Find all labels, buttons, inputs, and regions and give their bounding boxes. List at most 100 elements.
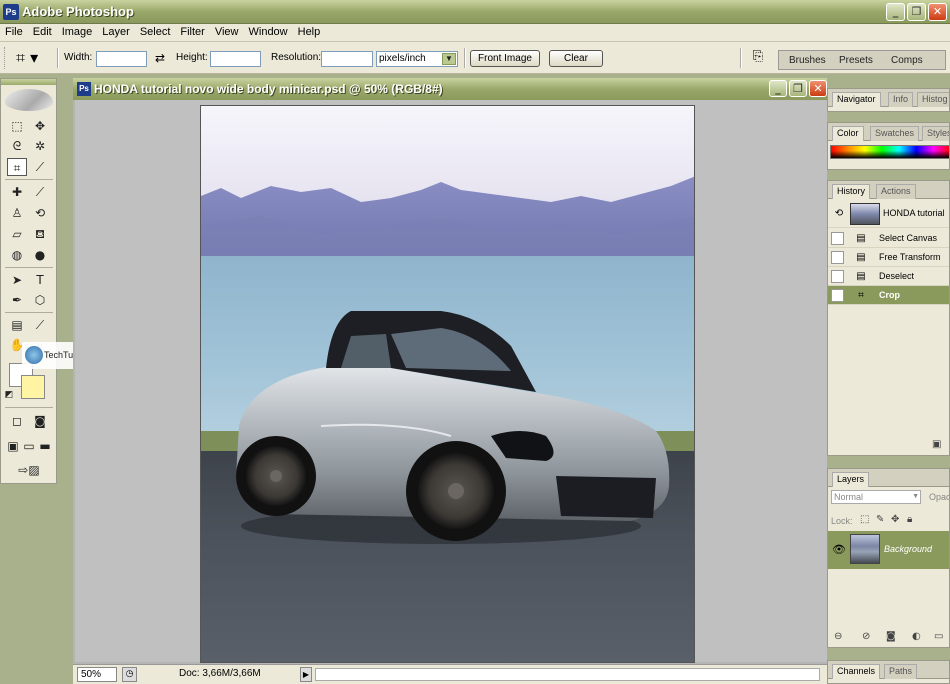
lock-pixels-icon[interactable]: ✎ <box>876 514 884 525</box>
type-tool-icon[interactable]: T <box>30 271 50 289</box>
healing-brush-tool-icon[interactable]: ✚ <box>7 183 27 201</box>
layer-row-background[interactable]: 👁︎ Background <box>828 531 949 569</box>
history-state-checkbox[interactable] <box>831 270 844 283</box>
path-selection-tool-icon[interactable]: ➤ <box>7 271 27 289</box>
clone-stamp-tool-icon[interactable]: ♙ <box>7 204 27 222</box>
options-grip[interactable] <box>4 47 7 69</box>
document-maximize-button[interactable]: ❐ <box>789 80 807 97</box>
tab-layers[interactable]: Layers <box>832 472 870 487</box>
add-mask-icon[interactable]: ◙ <box>886 631 896 642</box>
restore-button[interactable]: ❐ <box>907 3 926 21</box>
layer-visibility-eye-icon[interactable]: 👁︎ <box>832 543 846 556</box>
menu-select[interactable]: Select <box>135 24 176 40</box>
blur-tool-icon[interactable]: ◍ <box>7 246 27 264</box>
minimize-button[interactable]: _ <box>886 3 905 21</box>
crop-tool-icon[interactable]: ⌗ <box>7 158 27 176</box>
background-color-swatch[interactable] <box>21 375 45 399</box>
close-button[interactable]: ✕ <box>928 3 947 21</box>
history-state-checkbox[interactable] <box>831 289 844 302</box>
pen-tool-icon[interactable]: ✒ <box>7 291 27 309</box>
notes-tool-icon[interactable]: ▤ <box>7 316 27 334</box>
height-input[interactable] <box>210 51 261 67</box>
crop-tool-preset-icon[interactable]: ⌗ ▾ <box>16 48 46 68</box>
quick-mask-mode-icon[interactable]: ◙ <box>30 412 50 430</box>
history-state-row[interactable]: ▤ Free Transform <box>828 248 949 267</box>
document-close-button[interactable]: ✕ <box>809 80 827 97</box>
lasso-tool-icon[interactable]: ᘓ <box>7 137 27 155</box>
horizontal-scrollbar[interactable] <box>315 668 820 681</box>
menu-layer[interactable]: Layer <box>97 24 135 40</box>
tab-history[interactable]: History <box>832 184 871 199</box>
lock-position-icon[interactable]: ✥ <box>891 514 899 525</box>
menu-edit[interactable]: Edit <box>28 24 57 40</box>
width-input[interactable] <box>96 51 147 67</box>
move-tool-icon[interactable]: ✥ <box>30 117 50 135</box>
history-state-checkbox[interactable] <box>831 232 844 245</box>
lock-all-icon[interactable]: 🔒︎ <box>907 514 912 525</box>
car-photo[interactable] <box>200 105 695 663</box>
new-layer-icon[interactable]: ▭ <box>934 631 943 642</box>
menu-view[interactable]: View <box>210 24 244 40</box>
status-expand-arrow-icon[interactable]: ▶ <box>300 667 312 682</box>
file-browser-icon[interactable]: ⎘ <box>748 49 768 67</box>
palette-well-presets-tab[interactable]: Presets <box>839 55 873 66</box>
resolution-input[interactable] <box>321 51 373 67</box>
front-image-button[interactable]: Front Image <box>470 50 540 67</box>
layer-style-icon[interactable]: ⊘ <box>862 631 870 642</box>
standard-screen-mode-icon[interactable]: ▣ <box>5 437 21 455</box>
resolution-units-select[interactable]: pixels/inch ▼ <box>376 51 458 67</box>
lock-transparency-icon[interactable]: ⬚ <box>860 514 869 525</box>
tab-channels[interactable]: Channels <box>832 664 881 679</box>
tab-navigator[interactable]: Navigator <box>832 92 881 107</box>
full-screen-menu-mode-icon[interactable]: ▭ <box>21 437 37 455</box>
history-brush-source-icon[interactable]: ⟲ <box>832 206 846 221</box>
magic-wand-tool-icon[interactable]: ✲ <box>30 137 50 155</box>
swap-dimensions-icon[interactable]: ⇄ <box>155 51 165 65</box>
standard-mode-icon[interactable]: ◻ <box>7 412 27 430</box>
menu-image[interactable]: Image <box>57 24 98 40</box>
menu-window[interactable]: Window <box>244 24 293 40</box>
slice-tool-icon[interactable]: ⟋ <box>30 158 50 176</box>
blend-mode-select[interactable]: Normal ▼ <box>831 490 921 504</box>
dodge-tool-icon[interactable]: ● <box>30 246 50 264</box>
toolbox-titlebar[interactable] <box>1 79 56 85</box>
tab-styles[interactable]: Styles <box>922 126 949 141</box>
paint-bucket-tool-icon[interactable]: ⛾ <box>30 225 50 243</box>
feather-logo-icon[interactable] <box>5 89 53 111</box>
jump-to-imageready-icon[interactable]: ⇨▨ <box>7 461 51 479</box>
history-state-row[interactable]: ▤ Select Canvas <box>828 229 949 248</box>
menu-file[interactable]: File <box>0 24 28 40</box>
menu-help[interactable]: Help <box>293 24 326 40</box>
full-screen-mode-icon[interactable]: ▬ <box>37 437 53 455</box>
tab-info[interactable]: Info <box>888 92 914 107</box>
eraser-tool-icon[interactable]: ▱ <box>7 225 27 243</box>
tab-swatches[interactable]: Swatches <box>870 126 920 141</box>
adjustment-layer-icon[interactable]: ◐ <box>912 631 921 642</box>
history-state-row-active[interactable]: ⌗ Crop <box>828 286 949 305</box>
link-layers-icon[interactable]: ⊖ <box>834 631 842 642</box>
default-colors-icon[interactable]: ◩ <box>3 389 15 401</box>
tab-actions[interactable]: Actions <box>876 184 916 199</box>
history-state-checkbox[interactable] <box>831 251 844 264</box>
menu-filter[interactable]: Filter <box>175 24 209 40</box>
tab-paths[interactable]: Paths <box>884 664 918 679</box>
clear-button[interactable]: Clear <box>549 50 603 67</box>
zoom-level-field[interactable]: 50% <box>77 667 117 682</box>
history-state-row[interactable]: ▤ Deselect <box>828 267 949 286</box>
history-brush-tool-icon[interactable]: ⟲ <box>30 204 50 222</box>
history-snapshot-row[interactable]: ⟲ HONDA tutorial <box>828 200 949 228</box>
tab-histogram[interactable]: Histog <box>917 92 949 107</box>
color-ramp[interactable] <box>830 145 949 159</box>
new-snapshot-icon[interactable]: ▣ <box>932 439 941 450</box>
eyedropper-tool-icon[interactable]: ⟋ <box>30 316 50 334</box>
marquee-tool-icon[interactable]: ⬚ <box>7 117 27 135</box>
custom-shape-tool-icon[interactable]: ⬡ <box>30 291 50 309</box>
canvas-area[interactable] <box>75 100 827 663</box>
palette-well-comps-tab[interactable]: Comps <box>891 55 923 66</box>
palette-well-brushes-tab[interactable]: Brushes <box>789 55 826 66</box>
document-titlebar[interactable]: Ps HONDA tutorial novo wide body minicar… <box>73 78 827 100</box>
document-minimize-button[interactable]: _ <box>769 80 787 97</box>
brush-tool-icon[interactable]: ⟋ <box>30 183 50 201</box>
status-menu-icon[interactable]: ◷ <box>122 667 137 682</box>
tab-color[interactable]: Color <box>832 126 864 141</box>
